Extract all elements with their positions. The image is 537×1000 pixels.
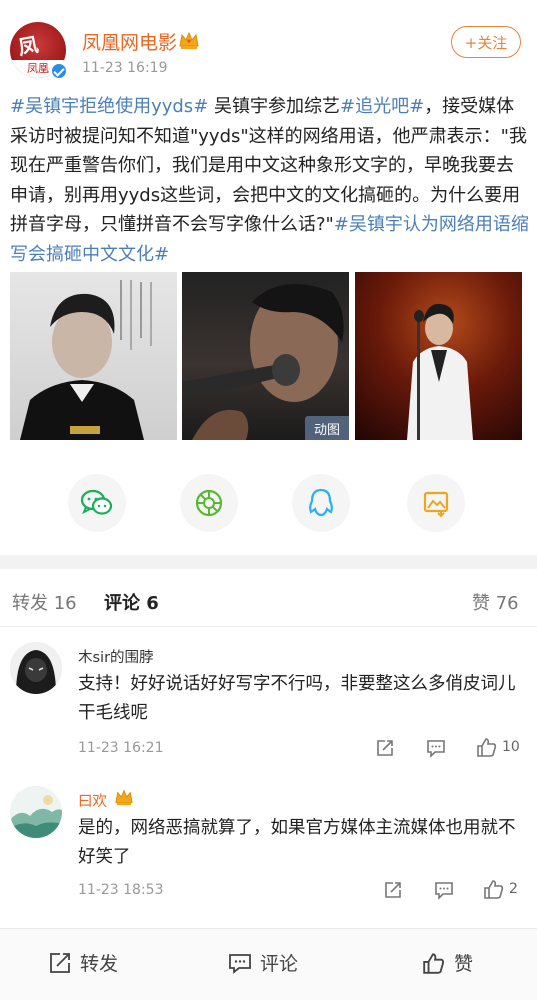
thumbs-up-icon <box>423 952 445 974</box>
avatar-logo-glyph: 凤 <box>16 32 41 60</box>
comment-item: 木sir的围脖 支持！好好说话好好写字不行吗，非要整这么多俏皮词儿干毛线呢 11… <box>0 628 537 778</box>
comment-text: 是的，网络恶搞就算了，如果官方媒体主流媒体也用就不好笑了 <box>78 818 516 867</box>
share-qq-button[interactable] <box>292 474 350 532</box>
singer-closeup-illustration <box>182 284 344 440</box>
repost-label: 转发 <box>80 953 119 975</box>
commenter-name[interactable]: 曰欢 <box>78 790 107 811</box>
comment-icon <box>435 882 453 900</box>
post-image-singing-gif[interactable]: 动图 <box>182 272 349 440</box>
gif-badge: 动图 <box>305 416 349 440</box>
repost-icon <box>385 882 401 898</box>
thumbs-up-icon <box>484 880 504 899</box>
post-image-grid: 动图 <box>10 272 522 440</box>
comment-like-button[interactable]: 2 <box>483 878 518 900</box>
interaction-tabs: 转发 16 评论 6 赞 76 <box>0 569 537 627</box>
comment-icon <box>229 953 251 974</box>
share-row <box>0 474 537 532</box>
comment-timestamp: 11-23 16:21 <box>78 740 164 756</box>
comment-reply-button[interactable] <box>426 738 446 758</box>
comment-timestamp: 11-23 18:53 <box>78 882 164 898</box>
comment-repost-button[interactable] <box>375 738 395 758</box>
comment-button[interactable]: 评论 <box>228 949 298 976</box>
repost-icon <box>50 952 70 973</box>
post-timestamp: 11-23 16:19 <box>82 60 168 76</box>
like-label: 赞 <box>454 953 474 975</box>
crown-icon <box>179 31 199 49</box>
bottom-action-bar: 转发 评论 赞 <box>0 928 537 1000</box>
follow-button[interactable]: +关注 <box>451 26 521 58</box>
tab-reposts[interactable]: 转发 16 <box>12 589 77 615</box>
crown-icon <box>115 789 133 806</box>
comment-like-count: 2 <box>509 881 518 897</box>
post-header: 凤 凤凰 凤凰网电影 11-23 16:19 +关注 <box>0 0 537 90</box>
hashtag-link[interactable]: #吴镇宇拒绝使用yyds# <box>10 96 208 117</box>
qq-icon <box>309 488 333 517</box>
comment-like-button[interactable]: 10 <box>476 736 520 758</box>
comment-label: 评论 <box>260 953 299 975</box>
tab-likes[interactable]: 赞 76 <box>472 589 519 615</box>
repost-icon <box>377 740 393 756</box>
landscape-avatar <box>10 786 62 838</box>
comment-like-count: 10 <box>502 739 520 755</box>
comment-text: 支持！好好说话好好写字不行吗，非要整这么多俏皮词儿干毛线呢 <box>78 674 516 723</box>
stage-performer-illustration <box>407 303 473 440</box>
commenter-name[interactable]: 木sir的围脖 <box>78 646 154 667</box>
post-image-stage[interactable] <box>355 272 522 440</box>
commenter-avatar[interactable] <box>10 642 62 694</box>
comment-item: 曰欢 是的，网络恶搞就算了，如果官方媒体主流媒体也用就不好笑了 11-23 18… <box>0 778 537 928</box>
save-image-icon <box>423 491 449 518</box>
comment-icon <box>427 740 445 758</box>
comment-reply-button[interactable] <box>434 880 454 900</box>
post-text-segment: 吴镇宇参加综艺 <box>208 96 341 117</box>
post-text: #吴镇宇拒绝使用yyds# 吴镇宇参加综艺#追光吧#，接受媒体采访时被提问知不知… <box>10 92 530 269</box>
verified-badge-icon <box>50 62 68 80</box>
moments-icon <box>195 489 223 517</box>
section-divider <box>0 555 537 569</box>
repost-button[interactable]: 转发 <box>48 949 118 976</box>
hashtag-link[interactable]: #追光吧# <box>340 96 424 117</box>
share-moments-button[interactable] <box>180 474 238 532</box>
save-image-button[interactable] <box>407 474 465 532</box>
poster-illustration <box>20 280 152 440</box>
comment-repost-button[interactable] <box>383 880 403 900</box>
commenter-avatar[interactable] <box>10 786 62 838</box>
hooded-figure-avatar <box>16 650 56 694</box>
author-name[interactable]: 凤凰网电影 <box>82 28 177 55</box>
wechat-icon <box>80 489 113 515</box>
share-wechat-button[interactable] <box>68 474 126 532</box>
post-image-poster[interactable] <box>10 272 177 440</box>
thumbs-up-icon <box>477 738 497 757</box>
like-button[interactable]: 赞 <box>422 949 473 976</box>
tab-comments[interactable]: 评论 6 <box>104 589 159 615</box>
